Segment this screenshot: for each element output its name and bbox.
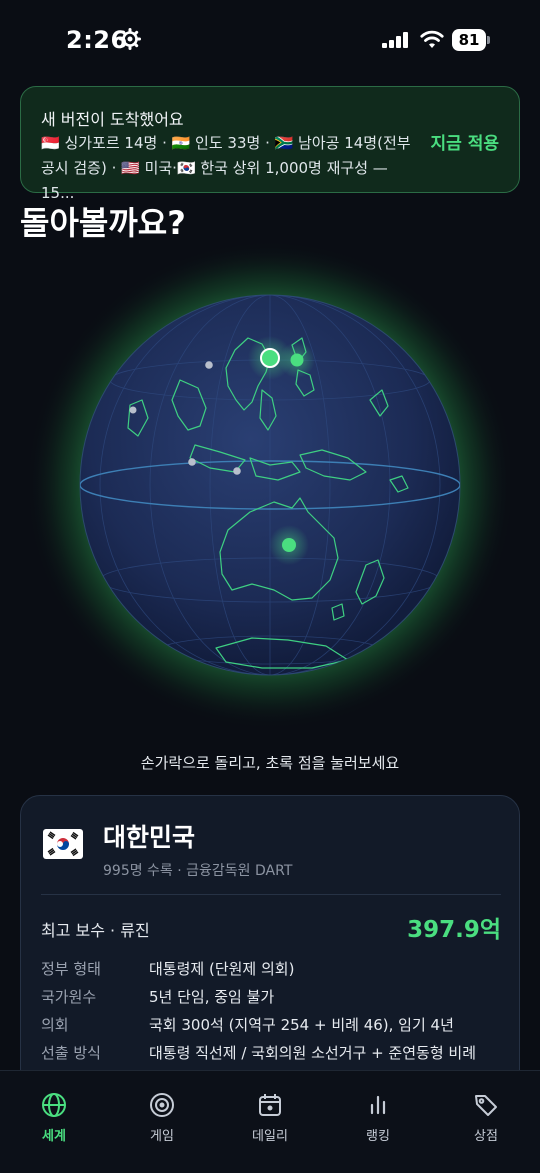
calendar-icon — [259, 1094, 281, 1116]
globe-icon — [42, 1093, 66, 1117]
marker-korea[interactable] — [260, 348, 280, 368]
banner-title: 새 버전이 도착했어요 — [41, 110, 184, 129]
tab-label: 데일리 — [252, 1129, 288, 1144]
target-icon — [150, 1093, 174, 1117]
bar-chart-icon — [370, 1095, 386, 1115]
globe-svg[interactable] — [25, 240, 515, 730]
tab-shop[interactable]: 상점 — [446, 1091, 526, 1144]
info-label: 정부 형태 — [41, 960, 101, 978]
marker-japan[interactable] — [290, 353, 304, 367]
info-value: 5년 단임, 중임 불가 — [149, 988, 275, 1006]
battery-indicator: 81 — [452, 29, 490, 51]
info-label: 국가원수 — [41, 988, 97, 1006]
marker-gray[interactable] — [233, 467, 241, 475]
tab-label: 랭킹 — [366, 1129, 390, 1144]
tab-game[interactable]: 게임 — [122, 1091, 202, 1144]
tag-icon — [475, 1095, 497, 1116]
marker-gray[interactable] — [188, 458, 196, 466]
status-bar: 2:26 81 — [0, 0, 540, 80]
globe-hint: 손가락으로 돌리고, 초록 점을 눌러보세요 — [140, 754, 400, 772]
tab-bar: 세계 게임 데일리 랭킹 상점 — [0, 1070, 540, 1173]
marker-australia[interactable] — [282, 538, 296, 552]
tab-daily[interactable]: 데일리 — [230, 1091, 310, 1144]
marker-gray[interactable] — [205, 361, 213, 369]
tab-label: 게임 — [150, 1129, 174, 1144]
info-label: 선출 방식 — [41, 1044, 101, 1062]
battery-cap — [487, 36, 490, 44]
update-banner[interactable]: 새 버전이 도착했어요 🇸🇬 싱가포르 14명 · 🇮🇳 인도 33명 · 🇿🇦… — [20, 86, 520, 202]
country-card: 대한민국 995명 수록 · 금융감독원 DART 최고 보수 · 류진 397… — [20, 795, 520, 1115]
apply-now-button[interactable]: 지금 적용 — [431, 129, 499, 154]
banner-body: 🇸🇬 싱가포르 14명 · 🇮🇳 인도 33명 · 🇿🇦 남아공 14명(전부 … — [41, 134, 411, 202]
korea-flag-icon — [43, 829, 83, 859]
country-subtitle: 995명 수록 · 금융감독원 DART — [103, 863, 293, 879]
country-name: 대한민국 — [103, 823, 196, 852]
top-pay-label: 최고 보수 · 류진 — [41, 921, 150, 940]
card-divider — [41, 894, 501, 895]
top-pay-value: 397.9억 — [407, 917, 501, 943]
info-label: 의회 — [41, 1016, 69, 1034]
info-value: 대통령 직선제 / 국회의원 소선거구 + 준연동형 비례 — [149, 1044, 477, 1062]
tab-ranking[interactable]: 랭킹 — [338, 1091, 418, 1144]
page-title: 돌아볼까요? — [20, 204, 186, 242]
globe[interactable] — [25, 240, 515, 730]
marker-gray[interactable] — [129, 406, 137, 414]
wifi-icon — [420, 30, 444, 48]
signal-icon — [382, 32, 408, 48]
info-value: 국회 300석 (지역구 254 + 비례 46), 임기 4년 — [149, 1016, 454, 1034]
battery-level: 81 — [452, 29, 486, 51]
gear-icon — [119, 28, 141, 50]
tab-world[interactable]: 세계 — [14, 1091, 94, 1144]
tab-label: 세계 — [42, 1129, 66, 1144]
tab-label: 상점 — [474, 1129, 498, 1144]
info-value: 대통령제 (단원제 의회) — [149, 960, 295, 978]
